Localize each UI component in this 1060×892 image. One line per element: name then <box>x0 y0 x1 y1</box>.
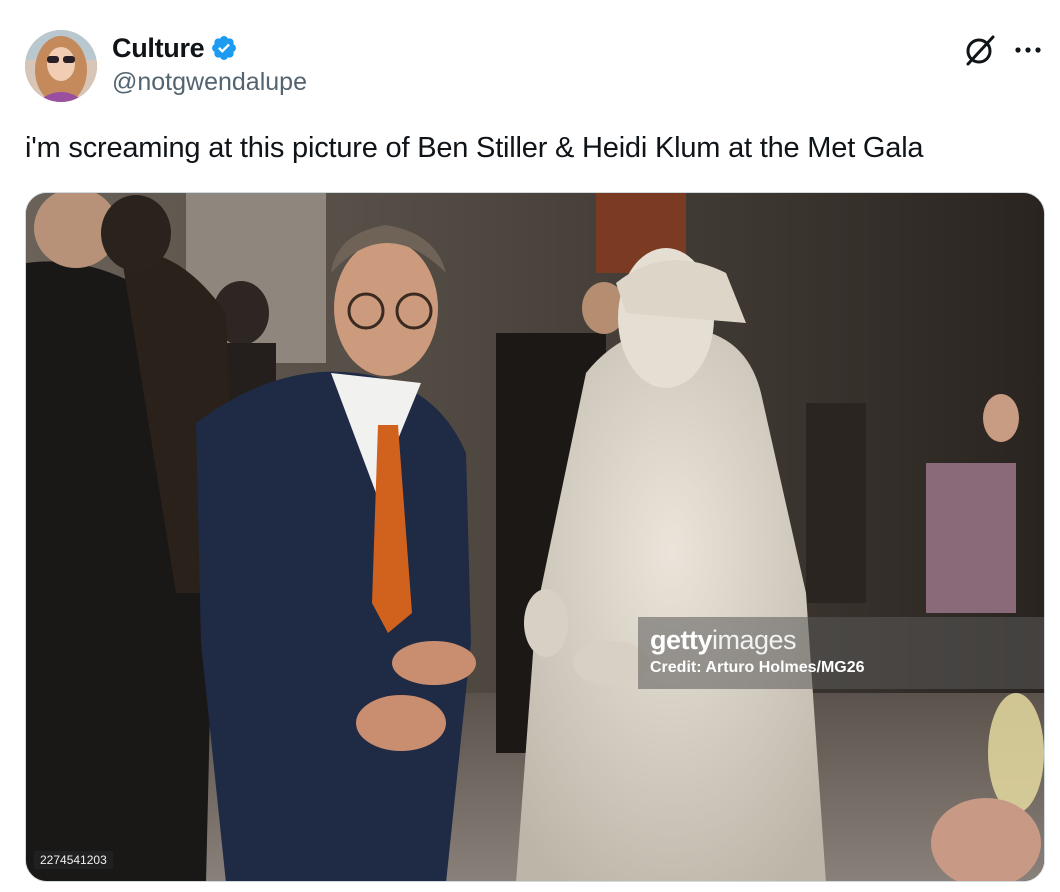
met-gala-photo <box>26 193 1044 881</box>
tweet-photo[interactable]: gettyimages Credit: Arturo Holmes/MG26 2… <box>25 192 1045 882</box>
getty-watermark: gettyimages Credit: Arturo Holmes/MG26 <box>638 617 1044 689</box>
author-name-row: Culture <box>112 30 238 66</box>
getty-logo-bold: getty <box>650 625 713 655</box>
more-horizontal-icon[interactable] <box>1012 36 1044 64</box>
photo-credit: Credit: Arturo Holmes/MG26 <box>650 659 865 676</box>
author-handle[interactable]: @notgwendalupe <box>112 68 307 97</box>
author-display-name[interactable]: Culture <box>112 33 205 64</box>
getty-logo: gettyimages <box>650 625 797 656</box>
image-id-label: 2274541203 <box>34 851 113 869</box>
getty-logo-light: images <box>712 625 797 655</box>
avatar-photo <box>25 30 97 102</box>
verified-badge-icon <box>210 34 238 62</box>
tweet-text: i'm screaming at this picture of Ben Sti… <box>25 132 924 164</box>
avatar[interactable] <box>25 30 97 102</box>
grok-icon[interactable] <box>962 32 998 68</box>
